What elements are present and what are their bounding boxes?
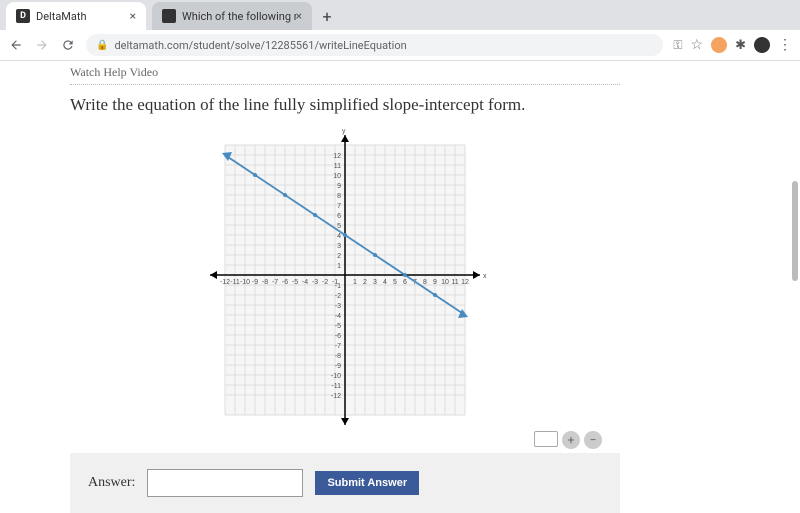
- tab-deltamath[interactable]: D DeltaMath ×: [6, 2, 146, 30]
- minus-icon[interactable]: −: [584, 431, 602, 449]
- answer-label: Answer:: [88, 475, 135, 491]
- svg-text:12: 12: [333, 153, 341, 160]
- svg-text:-4: -4: [302, 279, 308, 286]
- svg-text:-12: -12: [331, 393, 341, 400]
- svg-text:4: 4: [383, 279, 387, 286]
- svg-text:-2: -2: [322, 279, 328, 286]
- svg-text:8: 8: [337, 193, 341, 200]
- svg-text:4: 4: [337, 233, 341, 240]
- svg-text:5: 5: [337, 223, 341, 230]
- answer-input[interactable]: [147, 469, 303, 497]
- address-bar-row: 🔒 deltamath.com/student/solve/12285561/w…: [0, 30, 800, 61]
- menu-icon[interactable]: ⋮: [778, 37, 792, 53]
- tab-label: DeltaMath: [36, 10, 87, 23]
- scrollbar-thumb[interactable]: [792, 181, 798, 281]
- svg-text:y: y: [342, 128, 346, 135]
- help-video-link[interactable]: Watch Help Video: [70, 61, 620, 82]
- lock-icon: 🔒: [96, 40, 108, 51]
- svg-text:-7: -7: [335, 343, 341, 350]
- svg-text:11: 11: [451, 279, 458, 286]
- svg-text:8: 8: [423, 279, 427, 286]
- plus-icon[interactable]: +: [562, 431, 580, 449]
- svg-text:6: 6: [337, 213, 341, 220]
- svg-text:2: 2: [337, 253, 341, 260]
- svg-text:2: 2: [363, 279, 367, 286]
- submit-button[interactable]: Submit Answer: [315, 471, 419, 495]
- svg-text:-7: -7: [272, 279, 278, 286]
- svg-text:x: x: [483, 273, 487, 280]
- extension-icon-1[interactable]: [711, 37, 727, 53]
- url-bar[interactable]: 🔒 deltamath.com/student/solve/12285561/w…: [86, 34, 663, 56]
- svg-text:3: 3: [337, 243, 341, 250]
- svg-text:-5: -5: [292, 279, 298, 286]
- svg-text:-3: -3: [335, 303, 341, 310]
- forward-button[interactable]: [34, 37, 50, 53]
- svg-text:-1: -1: [335, 283, 341, 290]
- svg-text:-2: -2: [335, 293, 341, 300]
- svg-text:12: 12: [461, 279, 469, 286]
- keyboard-icon[interactable]: [534, 431, 558, 447]
- svg-text:-6: -6: [335, 333, 341, 340]
- question-favicon: [162, 9, 176, 23]
- tab-chegg[interactable]: Which of the following number ×: [152, 2, 312, 30]
- svg-text:9: 9: [433, 279, 437, 286]
- key-icon[interactable]: ⚿: [673, 38, 682, 53]
- puzzle-icon[interactable]: ✱: [735, 38, 746, 53]
- svg-text:-10: -10: [331, 373, 341, 380]
- profile-avatar[interactable]: [754, 37, 770, 53]
- svg-text:9: 9: [337, 183, 341, 190]
- svg-text:7: 7: [337, 203, 341, 210]
- svg-text:6: 6: [403, 279, 407, 286]
- svg-text:1: 1: [337, 263, 341, 270]
- svg-text:-8: -8: [262, 279, 268, 286]
- question-text: Write the equation of the line fully sim…: [70, 95, 620, 115]
- svg-text:-9: -9: [335, 363, 341, 370]
- svg-text:11: 11: [334, 163, 341, 170]
- coordinate-graph: x y -12-11-10-9-8-7-6-5-4-3-2-1123456789…: [70, 125, 620, 435]
- svg-text:-3: -3: [312, 279, 318, 286]
- svg-text:3: 3: [373, 279, 377, 286]
- divider: [70, 84, 620, 85]
- url-text: deltamath.com/student/solve/12285561/wri…: [114, 39, 406, 52]
- svg-text:1: 1: [353, 279, 357, 286]
- svg-text:10: 10: [333, 173, 341, 180]
- tab-label: Which of the following number: [182, 10, 296, 23]
- svg-text:-4: -4: [335, 313, 341, 320]
- svg-text:-11: -11: [230, 279, 240, 286]
- svg-text:-10: -10: [240, 279, 250, 286]
- close-icon[interactable]: ×: [296, 9, 302, 23]
- svg-text:10: 10: [441, 279, 449, 286]
- star-icon[interactable]: ☆: [691, 37, 704, 53]
- svg-text:-5: -5: [335, 323, 341, 330]
- reload-button[interactable]: [60, 37, 76, 53]
- svg-text:5: 5: [393, 279, 397, 286]
- answer-panel: + − Answer: Submit Answer: [70, 453, 620, 513]
- svg-text:-8: -8: [335, 353, 341, 360]
- new-tab-button[interactable]: +: [316, 5, 338, 27]
- page-content: Watch Help Video Write the equation of t…: [0, 61, 800, 501]
- svg-text:-11: -11: [331, 383, 341, 390]
- close-icon[interactable]: ×: [130, 9, 136, 23]
- browser-tab-strip: D DeltaMath × Which of the following num…: [0, 0, 800, 30]
- extensions: ⚿ ☆ ✱ ⋮: [673, 37, 792, 53]
- svg-text:-6: -6: [282, 279, 288, 286]
- svg-text:-9: -9: [252, 279, 258, 286]
- back-button[interactable]: [8, 37, 24, 53]
- svg-text:-12: -12: [220, 279, 230, 286]
- deltamath-favicon: D: [16, 9, 30, 23]
